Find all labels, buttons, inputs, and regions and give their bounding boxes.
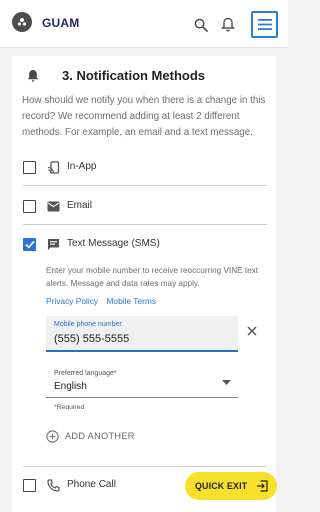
method-email[interactable]: Email — [12, 190, 276, 224]
message-icon — [46, 237, 60, 251]
search-icon[interactable] — [192, 16, 210, 34]
mobile-terms-link[interactable]: Mobile Terms — [106, 296, 156, 306]
top-bar: GUAM — [0, 0, 288, 48]
mobile-phone-field[interactable]: Mobile phone number (555) 555-5555 — [46, 316, 238, 352]
caret-down-icon[interactable] — [221, 378, 231, 386]
menu-icon — [257, 19, 272, 30]
preferred-language-select[interactable]: Preferred language* English — [46, 366, 238, 398]
divider — [23, 466, 267, 467]
brand-name[interactable]: GUAM — [42, 16, 79, 30]
email-icon — [46, 199, 60, 213]
required-note: *Required — [54, 404, 85, 411]
quick-exit-button[interactable]: QUICK EXIT — [185, 472, 277, 500]
divider — [23, 224, 267, 225]
vine-logo-icon[interactable] — [12, 12, 32, 32]
email-label: Email — [67, 200, 93, 211]
cast-device-icon — [46, 160, 60, 174]
bell-icon[interactable] — [219, 15, 237, 33]
close-icon[interactable] — [245, 324, 259, 338]
mobile-phone-value[interactable]: (555) 555-5555 — [54, 333, 129, 345]
section-bell-icon — [26, 69, 40, 83]
in-app-label: In-App — [67, 161, 97, 172]
phone-call-label: Phone Call — [67, 479, 116, 490]
preferred-language-label: Preferred language* — [54, 370, 117, 377]
divider — [23, 185, 267, 186]
exit-icon — [256, 480, 268, 492]
section-title: 3. Notification Methods — [62, 68, 205, 83]
method-in-app[interactable]: In-App — [12, 151, 276, 185]
phone-call-checkbox[interactable] — [23, 479, 36, 492]
quick-exit-label: QUICK EXIT — [195, 481, 248, 491]
method-sms[interactable]: Text Message (SMS) — [12, 228, 276, 262]
menu-button[interactable] — [251, 11, 278, 38]
phone-icon — [46, 478, 60, 492]
sms-links: Privacy Policy Mobile Terms — [46, 296, 162, 306]
notification-methods-card: 3. Notification Methods How should we no… — [12, 56, 276, 512]
privacy-policy-link[interactable]: Privacy Policy — [46, 296, 98, 306]
checkmark-icon — [24, 240, 35, 249]
section-description: How should we notify you when there is a… — [22, 95, 266, 138]
in-app-checkbox[interactable] — [23, 161, 36, 174]
mobile-phone-label: Mobile phone number — [54, 321, 122, 328]
add-another-button[interactable]: ADD ANOTHER — [46, 428, 135, 444]
add-another-label: ADD ANOTHER — [65, 431, 135, 441]
email-checkbox[interactable] — [23, 200, 36, 213]
add-circle-icon — [46, 429, 59, 443]
sms-checkbox[interactable] — [23, 238, 36, 251]
sms-label: Text Message (SMS) — [67, 238, 160, 249]
sms-help-text: Enter your mobile number to receive reoc… — [46, 266, 259, 288]
preferred-language-value[interactable]: English — [54, 381, 87, 392]
